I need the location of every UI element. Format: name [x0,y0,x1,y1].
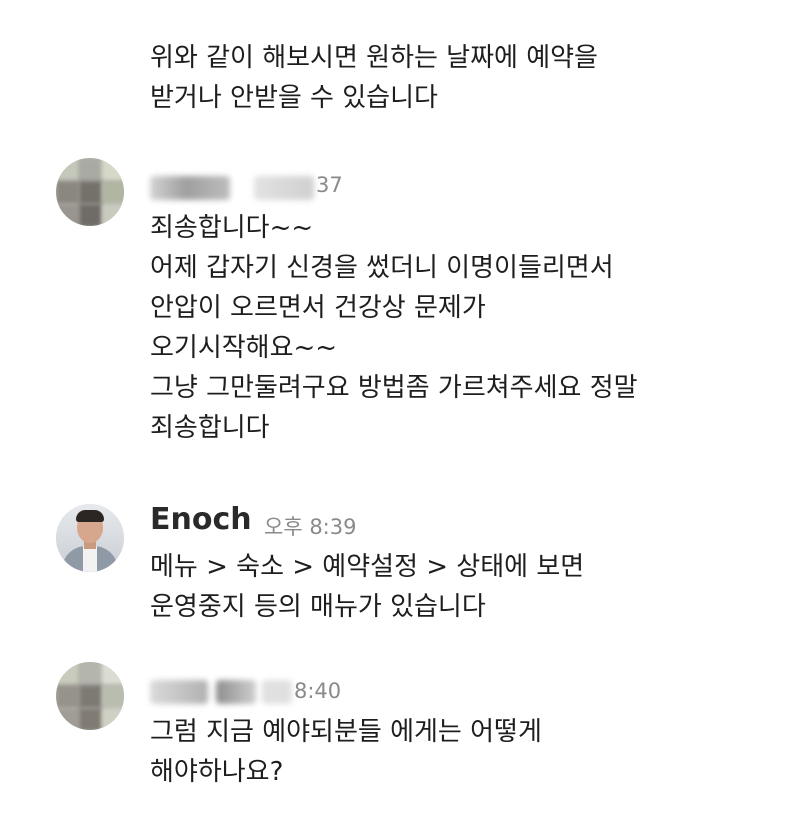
message-continuation: 위와 같이 해보시면 원하는 날짜에 예약을 받거나 안받을 수 있습니다 [150,38,770,118]
avatar-blurred[interactable] [56,158,124,226]
message-line[interactable]: 그럼 지금 예야되분들 에게는 어떻게 [150,712,790,752]
sender-name-blurred [216,680,256,704]
message-line[interactable]: 메뉴 > 숙소 > 예약설정 > 상태에 보면 [150,547,790,587]
message-line[interactable]: 그냥 그만둘려구요 방법좀 가르쳐주세요 정말 [150,368,790,408]
timestamp-fragment: 37 [316,173,343,197]
sender-name[interactable]: Enoch [150,502,252,537]
message-line[interactable]: 위와 같이 해보시면 원하는 날짜에 예약을 [150,38,770,78]
message-body: 죄송합니다~~ 어제 갑자기 신경을 썼더니 이명이들리면서 안압이 오르면서 … [150,208,790,448]
message-line[interactable]: 어제 갑자기 신경을 썼더니 이명이들리면서 [150,248,790,288]
sender-name-blurred [150,680,208,704]
message-line[interactable]: 오기시작해요~~ [150,328,790,368]
message-line[interactable]: 운영중지 등의 매뉴가 있습니다 [150,587,790,627]
message-body: 메뉴 > 숙소 > 예약설정 > 상태에 보면 운영중지 등의 매뉴가 있습니다 [150,547,790,627]
timestamp-blurred [254,176,314,200]
message-body: 그럼 지금 예야되분들 에게는 어떻게 해야하나요? [150,712,790,792]
message-line[interactable]: 안압이 오르면서 건강상 문제가 [150,288,790,328]
message-line[interactable]: 죄송합니다~~ [150,208,790,248]
sender-name-blurred [150,176,230,200]
avatar-blurred[interactable] [56,662,124,730]
message-line[interactable]: 해야하나요? [150,752,790,792]
message-line[interactable]: 죄송합니다 [150,408,790,448]
timestamp: 오후 8:39 [264,515,357,539]
timestamp-fragment: 8:40 [294,679,342,703]
chat-transcript: 위와 같이 해보시면 원하는 날짜에 예약을 받거나 안받을 수 있습니다 37… [0,0,800,817]
avatar-enoch[interactable] [56,504,124,572]
timestamp-blurred [262,680,292,704]
message-line[interactable]: 받거나 안받을 수 있습니다 [150,78,770,118]
